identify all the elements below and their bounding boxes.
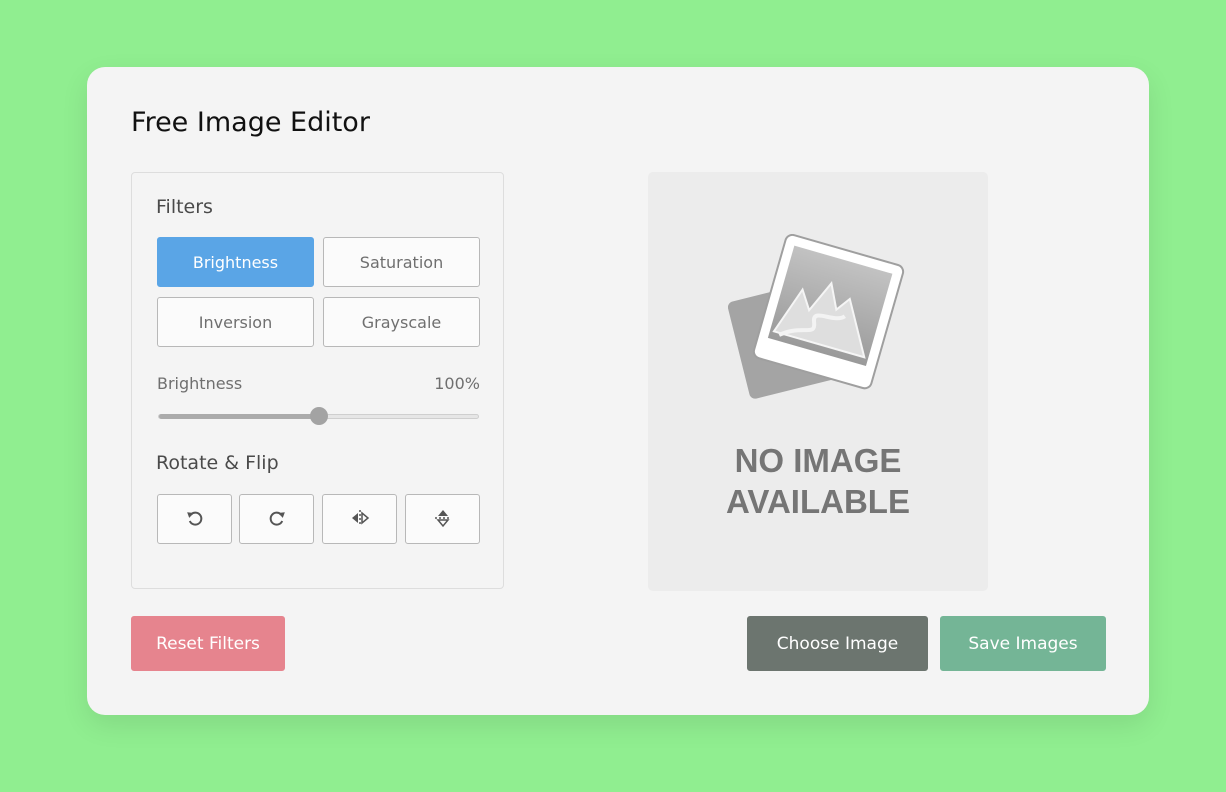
- filter-saturation-button[interactable]: Saturation: [323, 237, 480, 287]
- rotate-right-icon: [267, 508, 287, 531]
- reset-filters-button[interactable]: Reset Filters: [131, 616, 285, 671]
- filter-brightness-button[interactable]: Brightness: [157, 237, 314, 287]
- rotate-flip-heading: Rotate & Flip: [156, 452, 279, 474]
- choose-image-button[interactable]: Choose Image: [747, 616, 928, 671]
- rotate-left-button[interactable]: [157, 494, 232, 544]
- filters-heading: Filters: [156, 196, 213, 218]
- flip-vertical-icon: [433, 508, 453, 531]
- slider-name: Brightness: [157, 374, 243, 393]
- slider-value: 100%: [434, 374, 480, 393]
- slider-info: Brightness 100%: [157, 374, 480, 393]
- filter-grayscale-button[interactable]: Grayscale: [323, 297, 480, 347]
- no-image-text: NO IMAGE AVAILABLE: [648, 440, 988, 522]
- no-image-line-1: NO IMAGE: [734, 442, 902, 479]
- no-image-line-2: AVAILABLE: [726, 483, 910, 520]
- slider-thumb[interactable]: [309, 407, 328, 425]
- editor-card: Free Image Editor Filters Brightness Sat…: [87, 67, 1149, 715]
- photo-placeholder-icon: [728, 234, 905, 399]
- rotate-right-button[interactable]: [239, 494, 314, 544]
- save-images-button[interactable]: Save Images: [940, 616, 1106, 671]
- filter-inversion-button[interactable]: Inversion: [157, 297, 314, 347]
- editor-panel: Filters Brightness Saturation Inversion …: [131, 172, 504, 589]
- rotate-left-icon: [185, 508, 205, 531]
- slider-fill: [159, 414, 320, 419]
- page-title: Free Image Editor: [131, 107, 370, 138]
- flip-horizontal-button[interactable]: [322, 494, 397, 544]
- flip-vertical-button[interactable]: [405, 494, 480, 544]
- image-preview: NO IMAGE AVAILABLE: [648, 172, 988, 591]
- flip-horizontal-icon: [350, 508, 370, 531]
